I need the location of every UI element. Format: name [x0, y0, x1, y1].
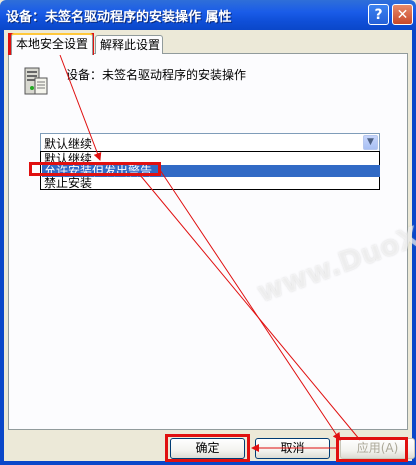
window-title: 设备：未签名驱动程序的安装操作 属性 — [6, 10, 232, 25]
option-block-install[interactable]: 禁止安装 — [42, 177, 380, 189]
help-button[interactable]: ? — [368, 4, 389, 25]
setting-description: 设备：未签名驱动程序的安装操作 — [66, 68, 247, 82]
install-behavior-select[interactable]: 默认继续 ▼ — [40, 133, 380, 152]
tab-explain-setting[interactable]: 解释此设置 — [95, 35, 163, 54]
ok-button[interactable]: 确定 — [170, 438, 245, 459]
install-behavior-dropdown: 默认继续 允许安装但发出警告 禁止安装 — [40, 151, 380, 190]
apply-button[interactable]: 应用(A) — [340, 438, 415, 459]
chevron-down-icon[interactable]: ▼ — [363, 135, 378, 150]
tab-panel — [8, 53, 408, 430]
cancel-button[interactable]: 取消 — [255, 438, 330, 459]
policy-device-icon — [23, 66, 49, 98]
select-current-value: 默认继续 — [44, 137, 93, 151]
window-frame-left — [0, 30, 4, 465]
window-frame-bottom — [0, 461, 416, 465]
tab-local-security-setting[interactable]: 本地安全设置 — [11, 33, 93, 55]
close-button[interactable]: ✕ — [392, 4, 413, 25]
option-allow-with-warning[interactable]: 允许安装但发出警告 — [42, 165, 380, 177]
properties-dialog: 设备：未签名驱动程序的安装操作 属性 ? ✕ 本地安全设置 解释此设置 设备：未… — [0, 0, 416, 465]
title-bar[interactable]: 设备：未签名驱动程序的安装操作 属性 ? ✕ — [0, 0, 416, 30]
